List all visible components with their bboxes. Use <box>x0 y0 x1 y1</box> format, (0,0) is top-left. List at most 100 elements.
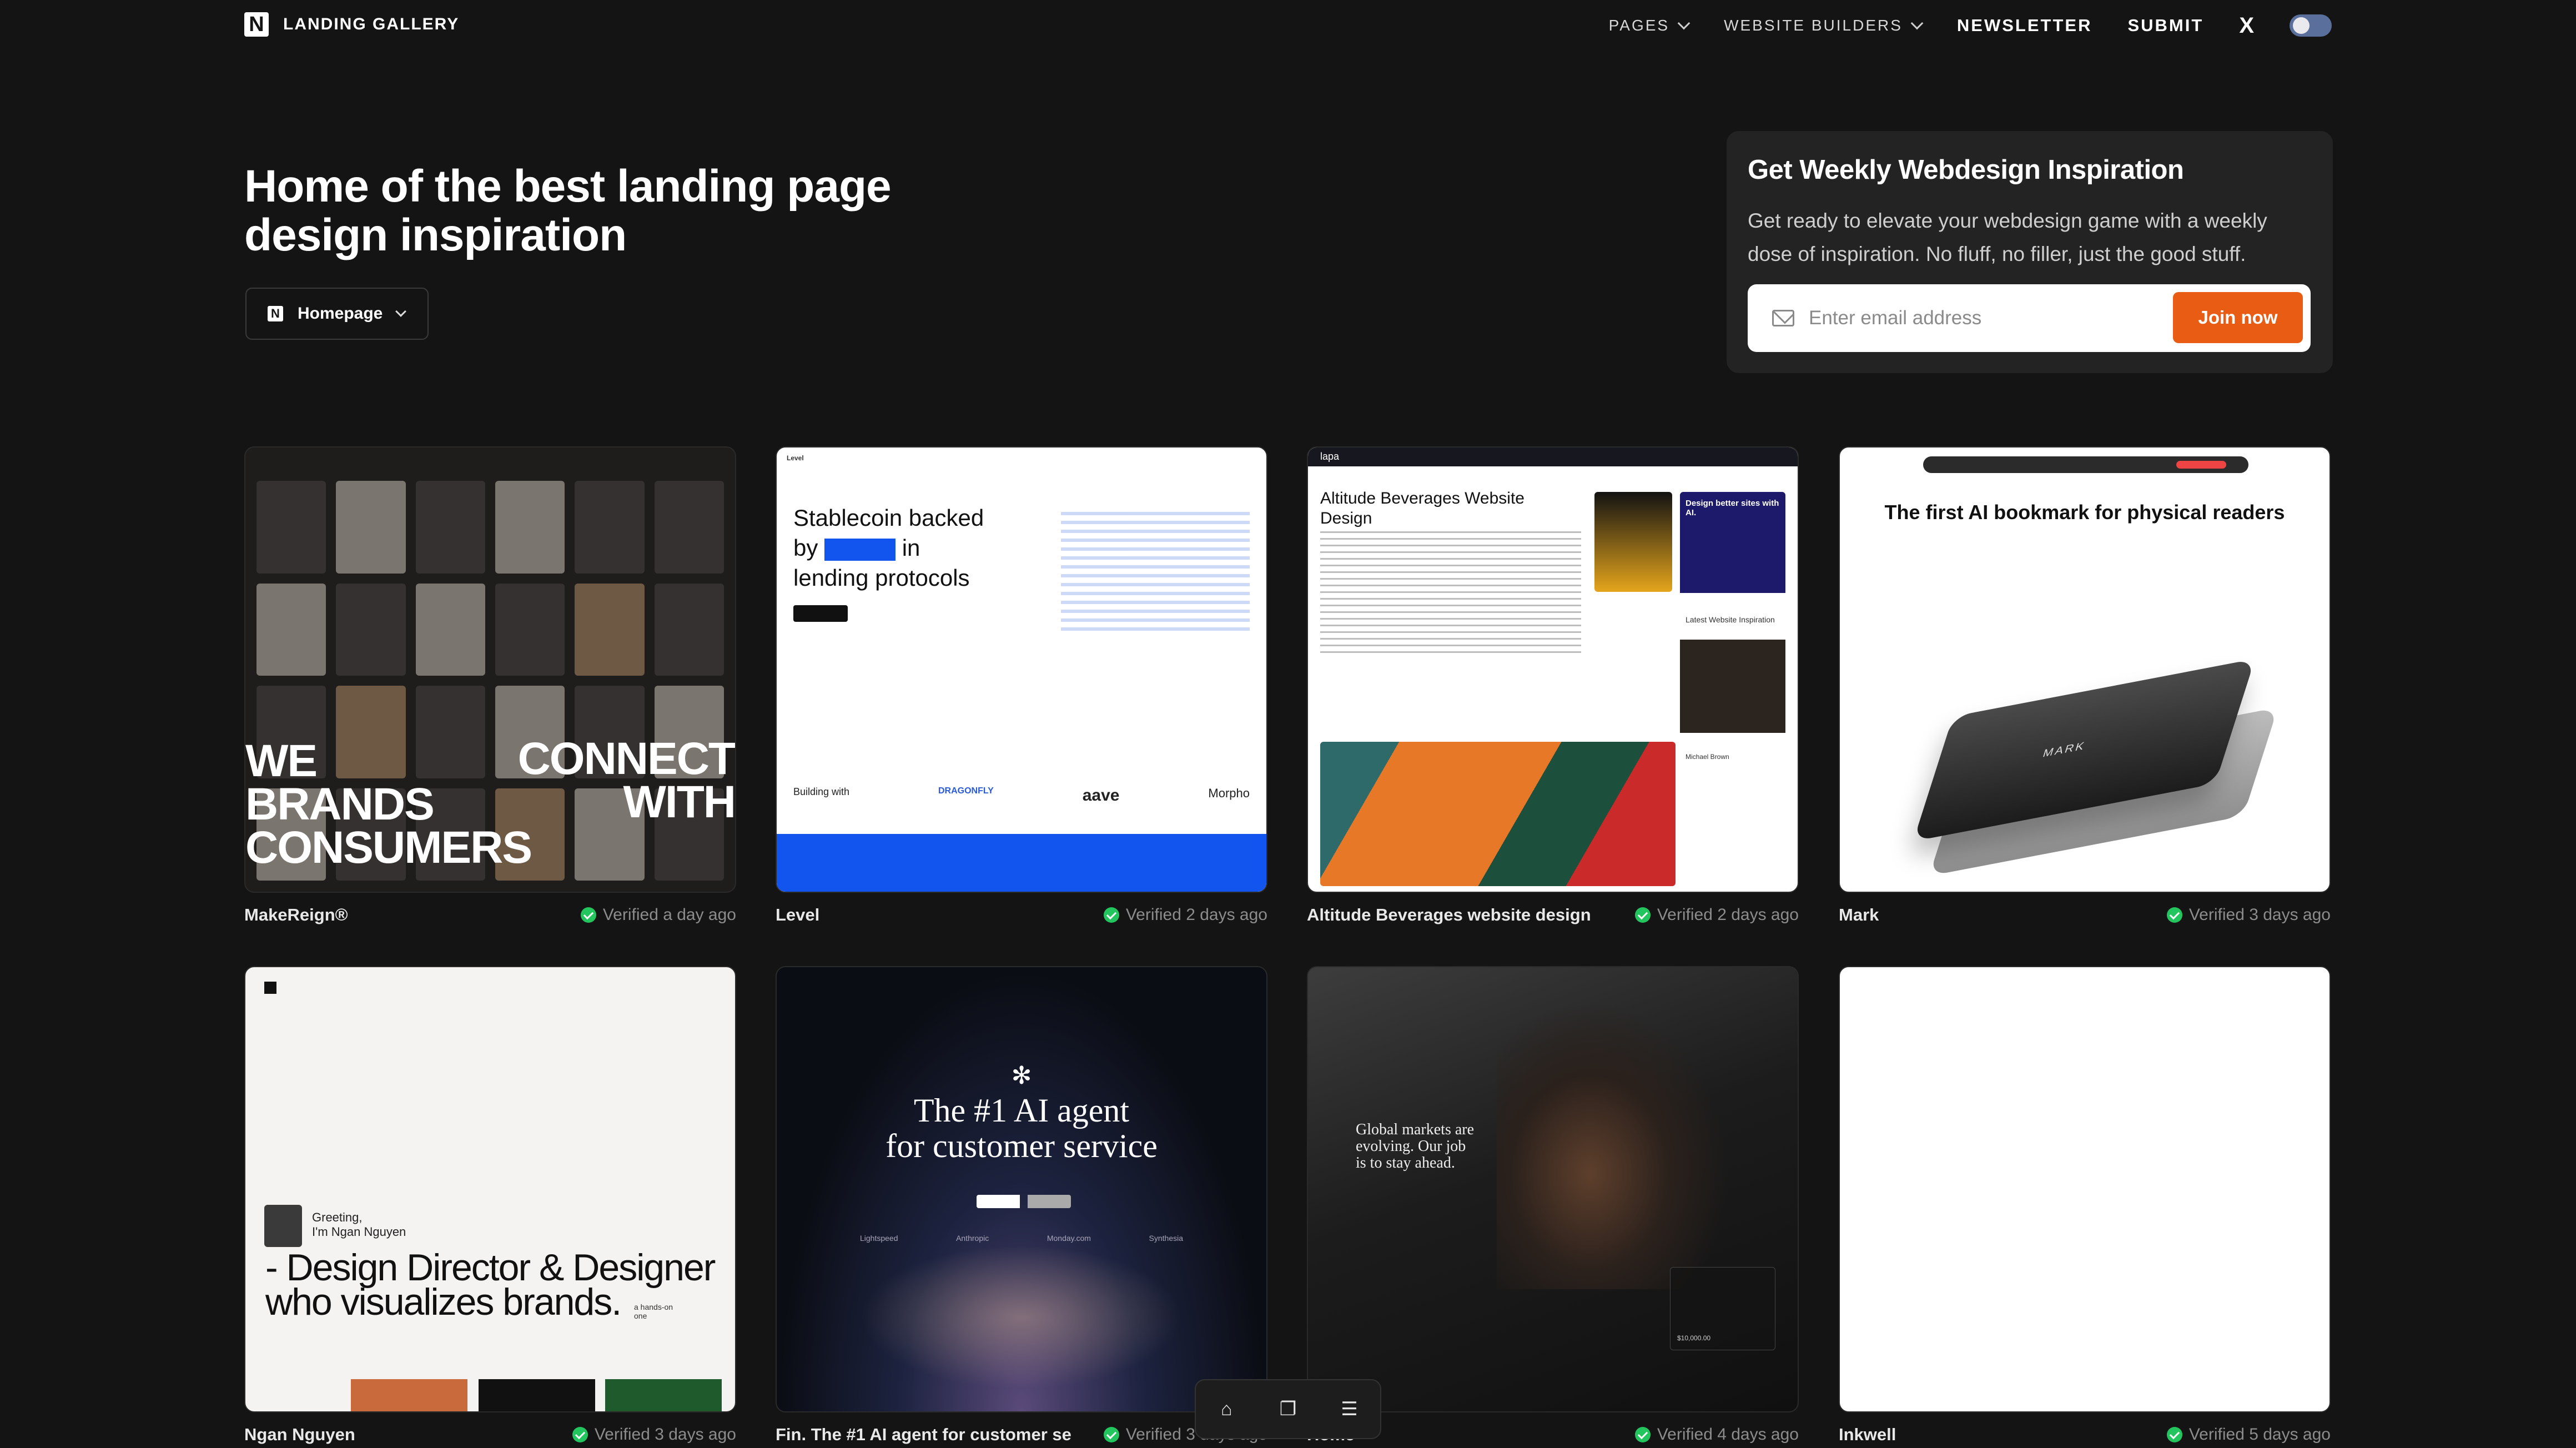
x-social-icon[interactable]: X <box>2239 13 2254 38</box>
gallery-card[interactable]: Inkwell Verified 5 days ago <box>1839 966 2331 1446</box>
preview-nav: Level <box>787 454 1256 466</box>
preview-strip <box>479 1379 595 1411</box>
preview-headline: Global markets are evolving. Our job is … <box>1356 1121 1475 1172</box>
newsletter-form: Join now <box>1748 284 2311 352</box>
card-meta: Inkwell Verified 5 days ago <box>1839 1424 2331 1446</box>
verified-status: Verified a day ago <box>580 906 736 924</box>
card-meta: Fin. The #1 AI agent for customer se Ver… <box>776 1424 1267 1446</box>
preview-glow <box>860 1245 1182 1389</box>
card-title[interactable]: MakeReign® <box>244 905 348 925</box>
check-circle-icon <box>580 907 596 923</box>
preview-greeting: Greeting, I'm Ngan Nguyen <box>312 1210 406 1239</box>
gallery-card[interactable]: CONNECT WITH WE BRANDS CONSUMERS MakeRei… <box>244 446 736 926</box>
check-circle-icon <box>1103 907 1119 923</box>
check-circle-icon <box>1103 1427 1119 1442</box>
main-nav: PAGES WEBSITE BUILDERS NEWSLETTER SUBMIT… <box>1609 12 2332 39</box>
card-meta: Mark Verified 3 days ago <box>1839 904 2331 926</box>
category-select-value: Homepage <box>298 304 383 323</box>
card-title[interactable]: Fin. The #1 AI agent for customer se <box>776 1425 1071 1445</box>
preview-blue-band <box>777 834 1266 892</box>
verified-label: Verified 5 days ago <box>2188 1425 2331 1444</box>
preview-headline: The #1 AI agent for customer service <box>886 1092 1158 1164</box>
email-input[interactable] <box>1809 307 2164 329</box>
home-icon[interactable]: ⌂ <box>1215 1398 1237 1420</box>
category-select[interactable]: N Homepage <box>245 288 429 340</box>
card-title[interactable]: Altitude Beverages website design <box>1307 905 1591 925</box>
card-meta: Ngan Nguyen Verified 3 days ago <box>244 1424 736 1446</box>
check-circle-icon <box>572 1427 588 1442</box>
card-preview-image[interactable]: The first AI bookmark for physical reade… <box>1839 446 2331 893</box>
nav-item-submit[interactable]: SUBMIT <box>2127 16 2203 36</box>
nav-item-pages[interactable]: PAGES <box>1608 17 1690 34</box>
verified-label: Verified 3 days ago <box>2188 906 2331 924</box>
nav-item-label: PAGES <box>1608 17 1670 34</box>
check-circle-icon <box>1634 1427 1651 1442</box>
preview-headline-left: WE BRANDS CONSUMERS <box>245 736 532 873</box>
card-meta: MakeReign® Verified a day ago <box>244 904 736 926</box>
check-circle-icon <box>2166 1427 2182 1442</box>
newsletter-panel: Get Weekly Webdesign Inspiration Get rea… <box>1727 131 2333 373</box>
gallery-card[interactable]: Global markets are evolving. Our job is … <box>1307 966 1799 1446</box>
gallery-card[interactable]: Greeting, I'm Ngan Nguyen - Design Direc… <box>244 966 736 1446</box>
highlight-block <box>824 538 896 561</box>
card-preview-image[interactable] <box>1839 966 2331 1412</box>
chevron-down-icon <box>395 306 407 317</box>
verified-label: Verified 4 days ago <box>1657 1425 1799 1444</box>
preview-strip <box>605 1379 722 1411</box>
card-preview-image[interactable]: Level Stablecoin backed by in lending pr… <box>776 446 1267 893</box>
page-title: Home of the best landing page design ins… <box>244 161 892 260</box>
card-title[interactable]: Ngan Nguyen <box>244 1425 355 1445</box>
card-preview-image[interactable]: ✻ The #1 AI agent for customer service L… <box>776 966 1267 1412</box>
preview-logo-row: Building with DRAGONFLY aave Morpho <box>793 786 1250 805</box>
top-navigation: N LANDING GALLERY PAGES WEBSITE BUILDERS… <box>0 0 2576 53</box>
preview-product-photo <box>1320 742 1676 886</box>
card-title[interactable]: Level <box>776 905 819 925</box>
preview-widget: $10,000.00 <box>1670 1267 1775 1350</box>
preview-header: lapa <box>1308 448 1798 466</box>
preview-headline-right: CONNECT WITH <box>517 733 735 827</box>
card-title[interactable]: Mark <box>1839 905 1879 925</box>
nav-item-website-builders[interactable]: WEBSITE BUILDERS <box>1724 17 1924 34</box>
preview-graphic <box>1061 509 1250 631</box>
layers-icon[interactable]: ❐ <box>1277 1398 1299 1420</box>
theme-toggle[interactable] <box>2290 14 2332 37</box>
toggle-knob <box>2293 17 2310 34</box>
card-meta: Level Verified 2 days ago <box>776 904 1267 926</box>
gallery-card[interactable]: Level Stablecoin backed by in lending pr… <box>776 446 1267 926</box>
preview-headline: Stablecoin backed by in lending protocol… <box>793 505 984 591</box>
site-logo[interactable]: N LANDING GALLERY <box>244 12 459 37</box>
sparkle-icon: ✻ <box>1011 1062 1032 1089</box>
gallery-card[interactable]: ✻ The #1 AI agent for customer service L… <box>776 966 1267 1446</box>
preview-cta <box>793 605 848 622</box>
card-preview-image[interactable]: lapa Altitude Beverages Website Design D… <box>1307 446 1799 893</box>
verified-status: Verified 3 days ago <box>572 1425 736 1444</box>
preview-text-block <box>1320 531 1581 653</box>
preview-photo <box>1497 1000 1730 1289</box>
verified-label: Verified 3 days ago <box>594 1425 736 1444</box>
card-preview-image[interactable]: Greeting, I'm Ngan Nguyen - Design Direc… <box>244 966 736 1412</box>
card-meta: Altitude Beverages website design Verifi… <box>1307 904 1799 926</box>
preview-tag: a hands-on one <box>634 1303 673 1320</box>
nav-item-label: WEBSITE BUILDERS <box>1724 17 1903 34</box>
newsletter-title: Get Weekly Webdesign Inspiration <box>1748 155 2184 185</box>
preview-logo-row: Lightspeed Anthropic Monday.com Synthesi… <box>860 1234 1183 1243</box>
preview-headline: Altitude Beverages Website Design <box>1320 489 1525 527</box>
verified-label: Verified 2 days ago <box>1125 906 1267 924</box>
newsletter-description: Get ready to elevate your webdesign game… <box>1748 209 2267 265</box>
card-title[interactable]: Inkwell <box>1839 1425 1896 1445</box>
preview-nav-pill <box>1923 456 2248 473</box>
floating-toolbar: ⌂ ❐ ☰ <box>1195 1379 1381 1439</box>
gallery-card[interactable]: The first AI bookmark for physical reade… <box>1839 446 2331 926</box>
preview-sidebar: Design better sites with AI. Latest Webs… <box>1680 492 1785 881</box>
card-preview-image[interactable]: Global markets are evolving. Our job is … <box>1307 966 1799 1412</box>
card-preview-image[interactable]: CONNECT WITH WE BRANDS CONSUMERS <box>244 446 736 893</box>
nav-item-newsletter[interactable]: NEWSLETTER <box>1957 16 2092 36</box>
chevron-down-icon <box>1910 17 1924 30</box>
filters-icon[interactable]: ☰ <box>1339 1398 1361 1420</box>
gallery-card[interactable]: lapa Altitude Beverages Website Design D… <box>1307 446 1799 926</box>
category-logo-icon: N <box>268 306 283 321</box>
verified-status: Verified 5 days ago <box>2166 1425 2331 1444</box>
join-now-button[interactable]: Join now <box>2173 292 2303 343</box>
check-circle-icon <box>1634 907 1651 923</box>
verified-status: Verified 4 days ago <box>1634 1425 1799 1444</box>
